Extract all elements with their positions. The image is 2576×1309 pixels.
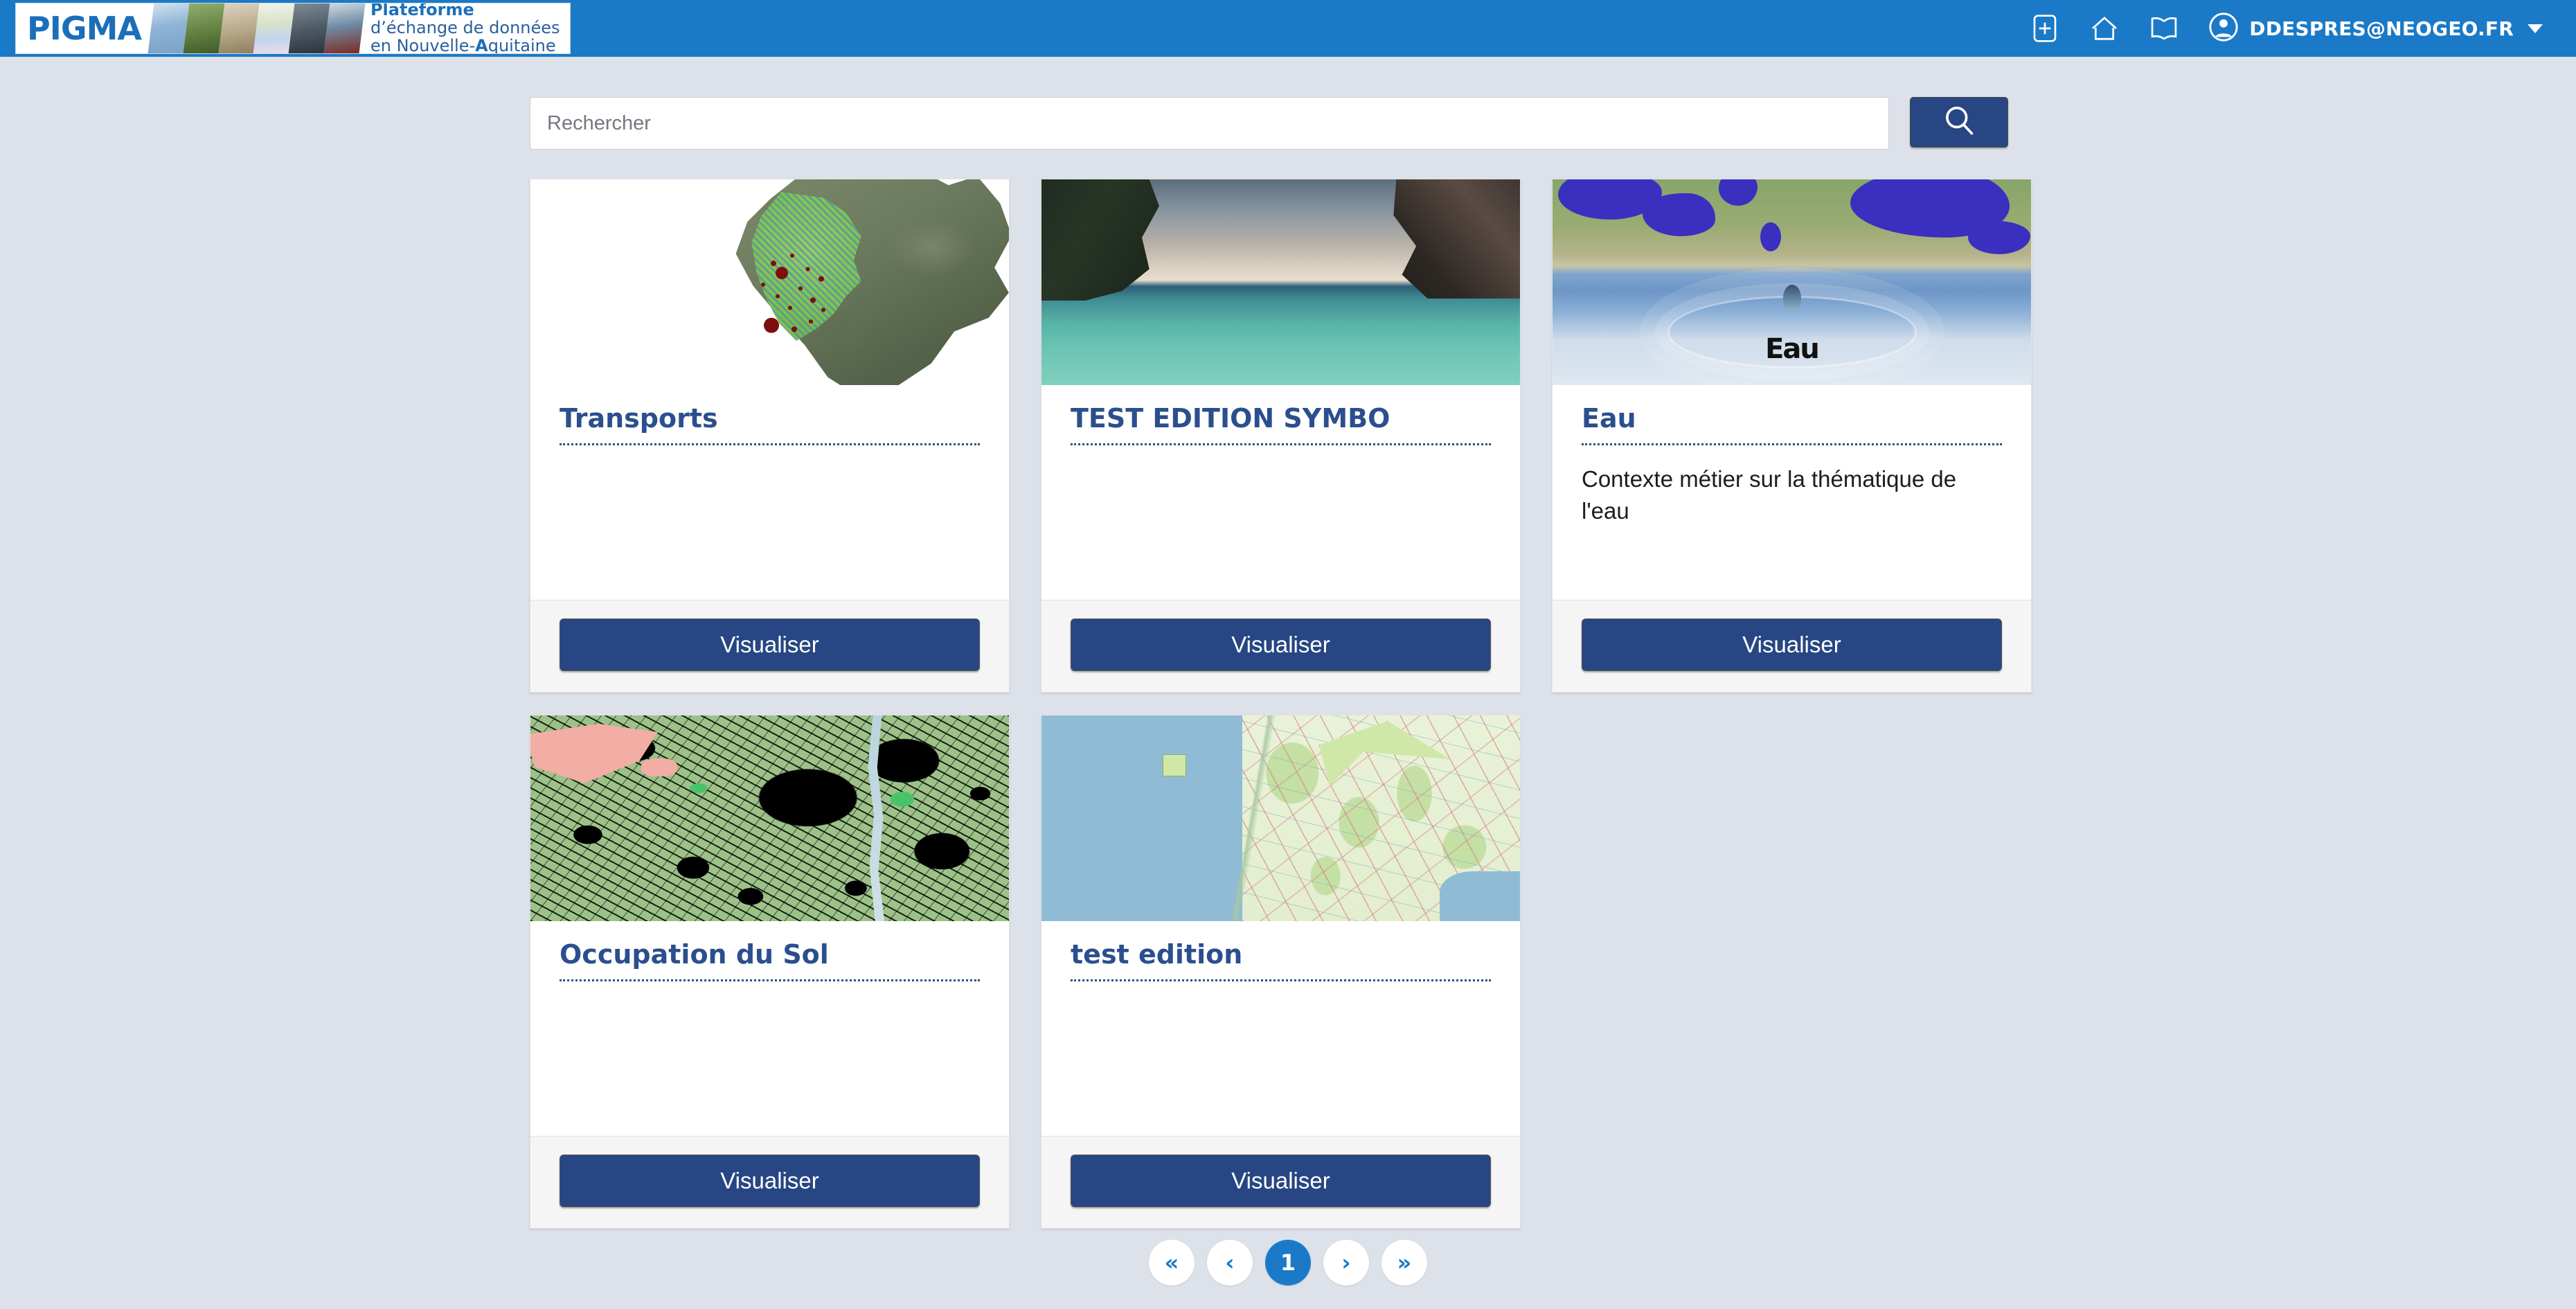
card-thumbnail (1041, 715, 1520, 921)
cliff-right (1393, 179, 1520, 299)
logo-tagline-line3: en Nouvelle-Aquitaine (370, 35, 556, 54)
card-title[interactable]: Eau (1582, 403, 2002, 445)
map-image-topographic (1041, 715, 1520, 921)
context-card[interactable]: Eau Eau Contexte métier sur la thématiqu… (1552, 179, 2032, 693)
card-thumbnail: Eau (1553, 179, 2031, 385)
header-actions: DDESPRES@NEOGEO.FR (2029, 11, 2543, 46)
card-thumbnail (530, 715, 1009, 921)
card-body: Transports (530, 385, 1009, 600)
green-zone (690, 783, 708, 793)
image-caption: Eau (1765, 333, 1820, 365)
pagination-last[interactable]: » (1381, 1240, 1427, 1285)
search-icon (1941, 103, 1977, 142)
logo-tagline-line2: d’échange de données (370, 18, 560, 38)
card-title[interactable]: test edition (1071, 939, 1491, 981)
context-card[interactable]: TEST EDITION SYMBO Visualiser (1041, 179, 1521, 693)
logo-strip-slice (323, 3, 366, 53)
card-thumbnail (530, 179, 1009, 385)
search-bar (530, 97, 2008, 150)
logo-strip-slice (147, 3, 190, 53)
card-body: TEST EDITION SYMBO (1041, 385, 1520, 600)
pagination-page-1[interactable]: 1 (1265, 1240, 1311, 1285)
pagination: « ‹ 1 › » (0, 1240, 2576, 1285)
sea-area (1440, 871, 1520, 921)
card-footer: Visualiser (530, 1136, 1009, 1228)
context-card[interactable]: test edition Visualiser (1041, 715, 1521, 1229)
card-footer: Visualiser (1041, 1136, 1520, 1228)
context-card[interactable]: Occupation du Sol Visualiser (530, 715, 1010, 1229)
logo-text: PIGMA (27, 10, 142, 47)
visualiser-button[interactable]: Visualiser (1582, 618, 2002, 671)
context-card-grid: Transports Visualiser TEST EDITION SYMBO… (530, 179, 2032, 1251)
visualiser-button[interactable]: Visualiser (560, 618, 980, 671)
chevron-down-icon[interactable] (2528, 24, 2543, 33)
logo-tagline-line1: Plateforme (370, 3, 474, 20)
logo-strip-slice (253, 3, 295, 53)
card-body: Eau Contexte métier sur la thématique de… (1553, 385, 2031, 600)
logo-tagline: Plateforme d’échange de données en Nouve… (362, 3, 570, 53)
card-footer: Visualiser (1041, 600, 1520, 692)
transport-points-overlay (751, 246, 855, 343)
card-footer: Visualiser (1553, 600, 2031, 692)
lake-shape (1968, 221, 2030, 254)
pagination-next[interactable]: › (1323, 1240, 1369, 1285)
cliff-left (1041, 179, 1159, 301)
water-drop-icon (1782, 285, 1801, 311)
search-button[interactable] (1910, 97, 2008, 148)
card-title[interactable]: TEST EDITION SYMBO (1071, 403, 1491, 445)
logo-wordmark: PIGMA (16, 3, 151, 53)
app-header: PIGMA Plateforme d’échange de données en… (0, 0, 2576, 57)
user-email-label: DDESPRES@NEOGEO.FR (2249, 17, 2514, 40)
land-parcel-pink (641, 758, 677, 776)
map-image-transports (530, 179, 1009, 385)
green-zone (891, 792, 914, 807)
logo-strip-slice (183, 3, 225, 53)
pagination-first[interactable]: « (1149, 1240, 1195, 1285)
card-thumbnail (1041, 179, 1520, 385)
context-card[interactable]: Transports Visualiser (530, 179, 1010, 693)
book-icon[interactable] (2148, 12, 2180, 44)
lake-shape (1719, 179, 1757, 206)
card-body: Occupation du Sol (530, 921, 1009, 1136)
logo-strip-slice (288, 3, 330, 53)
lake-shape (1643, 193, 1715, 236)
card-description: Contexte métier sur la thématique de l'e… (1582, 466, 1957, 524)
logo-photo-strip (147, 3, 366, 53)
card-body: test edition (1041, 921, 1520, 1136)
photo-image-tropical-bay (1041, 179, 1520, 385)
map-image-land-use (530, 715, 1009, 921)
pagination-prev[interactable]: ‹ (1207, 1240, 1253, 1285)
card-title[interactable]: Occupation du Sol (560, 939, 980, 981)
coastline (1233, 715, 1296, 921)
card-footer: Visualiser (530, 600, 1009, 692)
card-title[interactable]: Transports (560, 403, 980, 445)
pigma-logo[interactable]: PIGMA Plateforme d’échange de données en… (15, 3, 571, 54)
visualiser-button[interactable]: Visualiser (560, 1155, 980, 1207)
plus-square-icon[interactable] (2029, 12, 2061, 44)
lake-shape (1760, 222, 1781, 251)
home-icon[interactable] (2088, 12, 2120, 44)
user-menu[interactable]: DDESPRES@NEOGEO.FR (2208, 11, 2543, 46)
image-water-drop: Eau (1553, 179, 2031, 385)
user-avatar-icon (2208, 11, 2239, 46)
search-input[interactable] (530, 97, 1890, 150)
visualiser-button[interactable]: Visualiser (1071, 1155, 1491, 1207)
selection-square (1163, 754, 1186, 776)
visualiser-button[interactable]: Visualiser (1071, 618, 1491, 671)
